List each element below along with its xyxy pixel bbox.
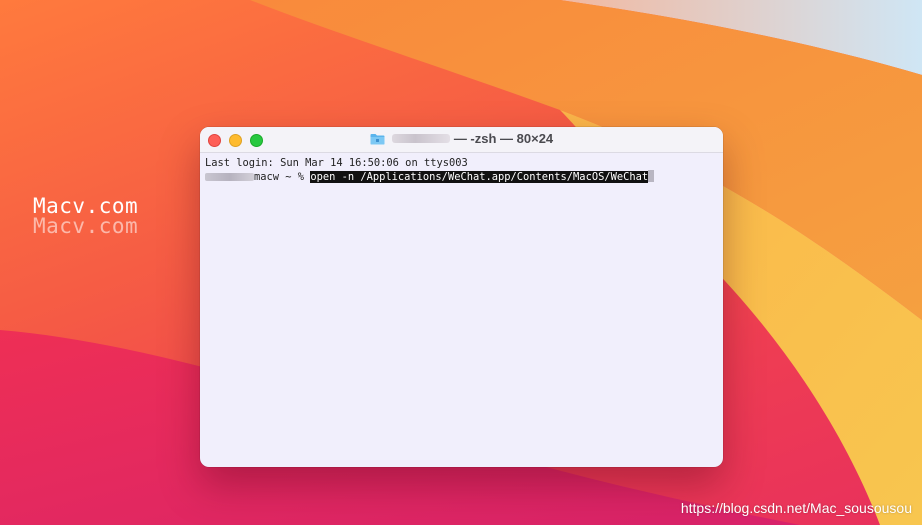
watermark: Macv.com Macv.com xyxy=(33,196,139,238)
prompt-line[interactable]: macw ~ % open -n /Applications/WeChat.ap… xyxy=(205,170,718,184)
redacted-username xyxy=(391,134,450,143)
last-login-line: Last login: Sun Mar 14 16:50:06 on ttys0… xyxy=(205,157,468,169)
text-cursor xyxy=(648,170,655,182)
selected-command[interactable]: open -n /Applications/WeChat.app/Content… xyxy=(310,171,649,183)
watermark-reflection: Macv.com xyxy=(33,214,139,238)
source-credit: https://blog.csdn.net/Mac_sousousou xyxy=(680,500,912,516)
terminal-window[interactable]: — -zsh — 80×24 Last login: Sun Mar 14 16… xyxy=(200,127,723,467)
folder-icon xyxy=(370,133,385,145)
window-title: — -zsh — 80×24 xyxy=(200,131,723,146)
prompt-text: macw ~ % xyxy=(254,171,311,183)
redacted-user-host xyxy=(205,173,254,181)
window-titlebar[interactable]: — -zsh — 80×24 xyxy=(200,127,723,153)
terminal-output[interactable]: Last login: Sun Mar 14 16:50:06 on ttys0… xyxy=(200,153,723,188)
window-title-text: — -zsh — 80×24 xyxy=(453,131,554,146)
